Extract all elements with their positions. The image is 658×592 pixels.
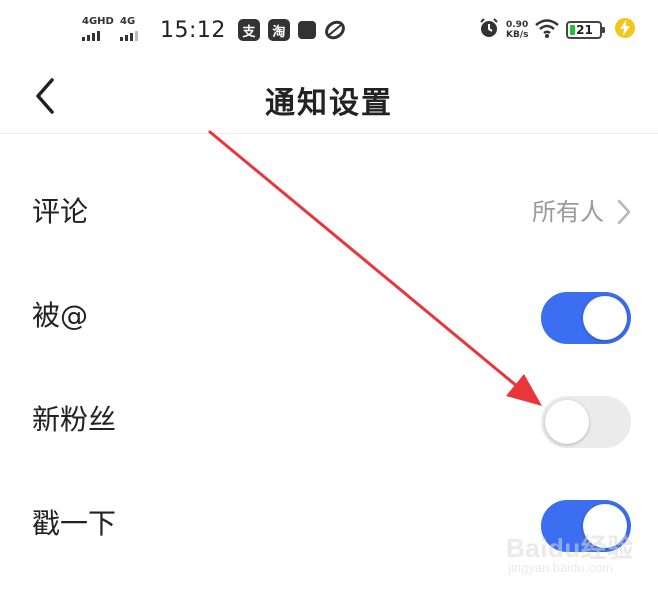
watermark: Baidu经验 jingyan.baidu.com: [506, 528, 636, 580]
chevron-right-icon: [617, 199, 631, 225]
setting-row-mention: 被@: [0, 264, 658, 368]
page-title: 通知设置: [265, 86, 393, 121]
signal-icon: 4GHD: [82, 16, 114, 43]
status-bar: 4GHD 4G 15:12 支 淘 0.90 KB/s 21: [0, 0, 658, 60]
watermark-url: jingyan.baidu.com: [508, 560, 613, 575]
setting-label-poke: 戳一下: [32, 507, 117, 540]
setting-row-new-fans: 新粉丝: [0, 368, 658, 472]
alipay-icon: 支: [237, 19, 260, 41]
setting-label-comment: 评论: [32, 195, 89, 228]
status-right: 0.90 KB/s 21: [478, 16, 636, 44]
speed-value: 0.90: [506, 20, 529, 30]
setting-label-mention: 被@: [32, 299, 89, 332]
setting-label-new-fans: 新粉丝: [32, 403, 117, 436]
wifi-icon: [534, 17, 560, 43]
setting-value-comment: 所有人: [532, 198, 604, 226]
new-fans-toggle[interactable]: [541, 396, 631, 448]
network-type-2: 4G: [120, 16, 136, 27]
toggle-knob: [583, 296, 627, 340]
signal-icon: 4G: [120, 17, 150, 43]
nav-bar: 通知设置: [0, 60, 658, 134]
status-left: 4GHD 4G 15:12 支 淘: [82, 16, 346, 44]
battery-level: 21: [576, 23, 593, 37]
speed-unit: KB/s: [506, 30, 529, 40]
app-square-icon: [297, 21, 316, 39]
mention-toggle[interactable]: [541, 292, 631, 344]
network-speed: 0.90 KB/s: [506, 20, 528, 40]
charging-icon: [614, 17, 636, 43]
setting-row-comment[interactable]: 评论 所有人: [0, 160, 658, 264]
app-ring-icon: [324, 19, 346, 41]
taobao-icon: 淘: [267, 19, 290, 41]
alarm-icon: [478, 17, 500, 43]
toggle-knob: [545, 400, 589, 444]
network-type-1: 4GHD: [82, 16, 114, 27]
clock: 15:12: [160, 17, 226, 43]
battery-icon: 21: [566, 21, 606, 39]
